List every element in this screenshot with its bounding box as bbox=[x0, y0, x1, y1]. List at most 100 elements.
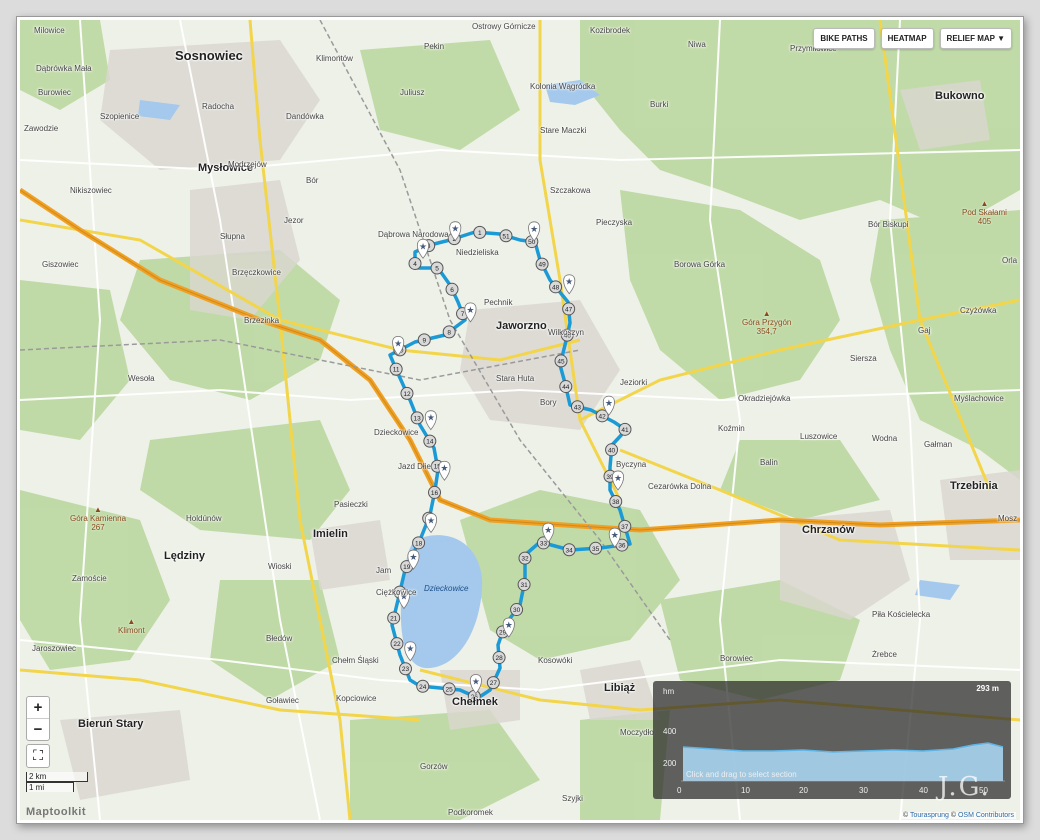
place-golawiec: Goławiec bbox=[266, 696, 299, 705]
place-siersza: Siersza bbox=[850, 354, 877, 363]
svg-text:34: 34 bbox=[566, 547, 574, 554]
place-balin: Balin bbox=[760, 458, 778, 467]
star-icon: ★ bbox=[530, 225, 538, 235]
peak-klimont: ▲ Klimont bbox=[118, 617, 145, 636]
waypoint-8[interactable]: 8 bbox=[442, 325, 456, 339]
place-brzeczkowice: Brzęczkowice bbox=[232, 268, 281, 277]
star-icon: ★ bbox=[394, 339, 402, 349]
waypoint-41[interactable]: 41 bbox=[618, 422, 632, 436]
elevation-xtick-10: 10 bbox=[741, 786, 750, 795]
svg-text:40: 40 bbox=[608, 447, 616, 454]
waypoint-18[interactable]: 18 bbox=[412, 536, 426, 550]
star-icon: ★ bbox=[427, 414, 435, 424]
star-icon: ★ bbox=[544, 526, 552, 536]
place-bor-biskupi: Bór Biskupi bbox=[868, 220, 909, 229]
waypoint-12[interactable]: 12 bbox=[400, 386, 414, 400]
place-zrebce: Żrebce bbox=[872, 650, 897, 659]
star-icon: ★ bbox=[409, 553, 417, 563]
waypoint-38[interactable]: 38 bbox=[609, 494, 623, 508]
svg-text:18: 18 bbox=[415, 540, 423, 547]
waypoint-34[interactable]: 34 bbox=[562, 543, 576, 557]
osm-link[interactable]: OSM Contributors bbox=[958, 812, 1014, 819]
place-okradziejowka: Okradziejówka bbox=[738, 394, 791, 403]
place-dzieckowice: Dzieckowice bbox=[374, 428, 419, 437]
waypoint-5[interactable]: 5 bbox=[430, 261, 444, 275]
place-dabrowka-mala: Dąbrówka Mała bbox=[36, 64, 92, 73]
map-attribution: © Tourasprung © OSM Contributors bbox=[900, 812, 1016, 819]
waypoint-16[interactable]: 16 bbox=[428, 485, 442, 499]
bike-paths-button[interactable]: BIKE PATHS bbox=[813, 28, 875, 49]
heatmap-button[interactable]: HEATMAP bbox=[880, 28, 934, 49]
place-dabrowa-narodowa: Dąbrowa Narodowa bbox=[378, 230, 449, 239]
svg-text:13: 13 bbox=[414, 415, 422, 422]
waypoint-37[interactable]: 37 bbox=[618, 519, 632, 533]
place-holdunow: Holdúnów bbox=[186, 514, 222, 523]
fullscreen-button[interactable]: ⛶ bbox=[26, 744, 50, 768]
place-jaworzno: Jaworzno bbox=[496, 320, 547, 332]
waypoint-49[interactable]: 49 bbox=[535, 257, 549, 271]
waypoint-6[interactable]: 6 bbox=[445, 282, 459, 296]
waypoint-47[interactable]: 47 bbox=[562, 302, 576, 316]
waypoint-44[interactable]: 44 bbox=[559, 380, 573, 394]
zoom-out-button[interactable]: − bbox=[27, 718, 49, 740]
waypoint-45[interactable]: 45 bbox=[554, 354, 568, 368]
waypoint-27[interactable]: 27 bbox=[486, 676, 500, 690]
place-radocha: Radocha bbox=[202, 102, 235, 111]
svg-text:27: 27 bbox=[490, 680, 498, 687]
place-moszna: Mosz bbox=[998, 514, 1018, 523]
waypoint-1[interactable]: 1 bbox=[473, 225, 487, 239]
svg-text:49: 49 bbox=[538, 262, 546, 269]
waypoint-48[interactable]: 48 bbox=[549, 280, 563, 294]
place-trzebinia: Trzebinia bbox=[950, 480, 998, 492]
place-byczyna: Byczyna bbox=[616, 460, 647, 469]
place-jeziorki: Jeziorki bbox=[620, 378, 648, 387]
place-wilkoszyn: Wilkoszyn bbox=[548, 328, 585, 337]
place-burki: Burki bbox=[650, 100, 669, 109]
place-bor: Bór bbox=[306, 176, 319, 185]
waypoint-14[interactable]: 14 bbox=[423, 434, 437, 448]
zoom-in-button[interactable]: + bbox=[27, 697, 49, 718]
waypoint-23[interactable]: 23 bbox=[398, 662, 412, 676]
place-wesola: Wesoła bbox=[128, 374, 155, 383]
place-milowice: Milowice bbox=[34, 26, 65, 35]
place-modrzejow: Modrzejów bbox=[228, 160, 267, 169]
place-zawodzie: Zawodzie bbox=[24, 124, 59, 133]
place-pekin: Pekin bbox=[424, 42, 445, 51]
place-orla: Orla bbox=[1002, 256, 1018, 265]
place-jamnice: Jam bbox=[376, 566, 392, 575]
svg-text:32: 32 bbox=[521, 556, 529, 563]
place-imielin: Imielin bbox=[313, 528, 348, 540]
star-icon: ★ bbox=[605, 399, 613, 409]
place-burowiec: Burowiec bbox=[38, 88, 71, 97]
waypoint-21[interactable]: 21 bbox=[387, 611, 401, 625]
place-klimontow: Klimontów bbox=[316, 54, 353, 63]
waypoint-30[interactable]: 30 bbox=[510, 603, 524, 617]
star-icon: ★ bbox=[427, 516, 435, 526]
waypoint-28[interactable]: 28 bbox=[492, 651, 506, 665]
waypoint-43[interactable]: 43 bbox=[570, 400, 584, 414]
waypoint-22[interactable]: 22 bbox=[390, 637, 404, 651]
place-stara-huta: Stara Huta bbox=[496, 374, 535, 383]
waypoint-51[interactable]: 51 bbox=[499, 229, 513, 243]
waypoint-32[interactable]: 32 bbox=[518, 551, 532, 565]
svg-text:48: 48 bbox=[552, 284, 560, 291]
place-pila-koscielecka: Piła Kościelecka bbox=[872, 610, 931, 619]
waypoint-24[interactable]: 24 bbox=[416, 679, 430, 693]
waypoint-13[interactable]: 13 bbox=[410, 411, 424, 425]
star-icon: ★ bbox=[466, 306, 474, 316]
place-myslachowice: Myślachowice bbox=[954, 394, 1004, 403]
waypoint-40[interactable]: 40 bbox=[605, 443, 619, 457]
waypoint-31[interactable]: 31 bbox=[517, 578, 531, 592]
tourasprung-link[interactable]: Tourasprung bbox=[910, 812, 949, 819]
map-viewport[interactable]: 1234567891011121314151617181920212223242… bbox=[20, 20, 1020, 820]
relief-map-dropdown[interactable]: RELIEF MAP ▼ bbox=[939, 28, 1012, 49]
signature-watermark: J.G. bbox=[938, 772, 991, 802]
waypoint-11[interactable]: 11 bbox=[389, 362, 403, 376]
waypoint-4[interactable]: 4 bbox=[408, 256, 422, 270]
place-niwa: Niwa bbox=[688, 40, 706, 49]
waypoint-35[interactable]: 35 bbox=[589, 541, 603, 555]
place-jazd-dzieckowice: Jazd Dłie bbox=[398, 462, 431, 471]
waypoint-9[interactable]: 9 bbox=[417, 333, 431, 347]
waypoint-25[interactable]: 25 bbox=[442, 682, 456, 696]
place-pieczyska: Pieczyska bbox=[596, 218, 633, 227]
